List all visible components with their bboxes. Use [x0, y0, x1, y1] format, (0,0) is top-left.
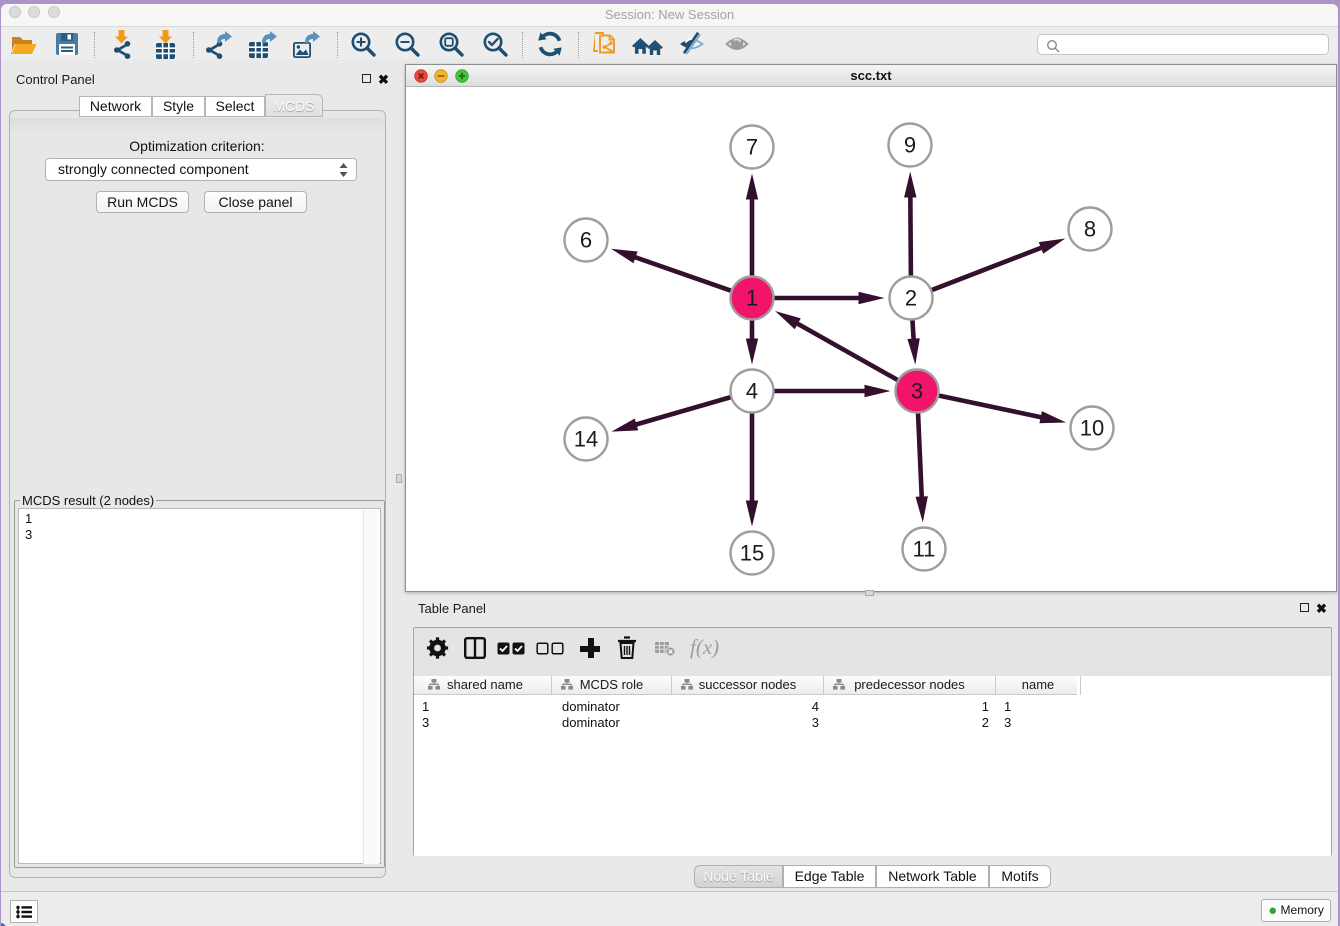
svg-text:3: 3 [911, 379, 923, 404]
svg-text:11: 11 [913, 537, 936, 562]
svg-text:1: 1 [746, 286, 758, 311]
svg-text:7: 7 [746, 135, 758, 160]
svg-text:14: 14 [574, 427, 598, 452]
svg-text:8: 8 [1084, 217, 1096, 242]
svg-text:6: 6 [580, 228, 592, 253]
svg-text:2: 2 [905, 286, 917, 311]
svg-text:15: 15 [740, 541, 764, 566]
svg-text:9: 9 [904, 133, 916, 158]
svg-text:4: 4 [746, 379, 758, 404]
svg-text:10: 10 [1080, 416, 1104, 441]
